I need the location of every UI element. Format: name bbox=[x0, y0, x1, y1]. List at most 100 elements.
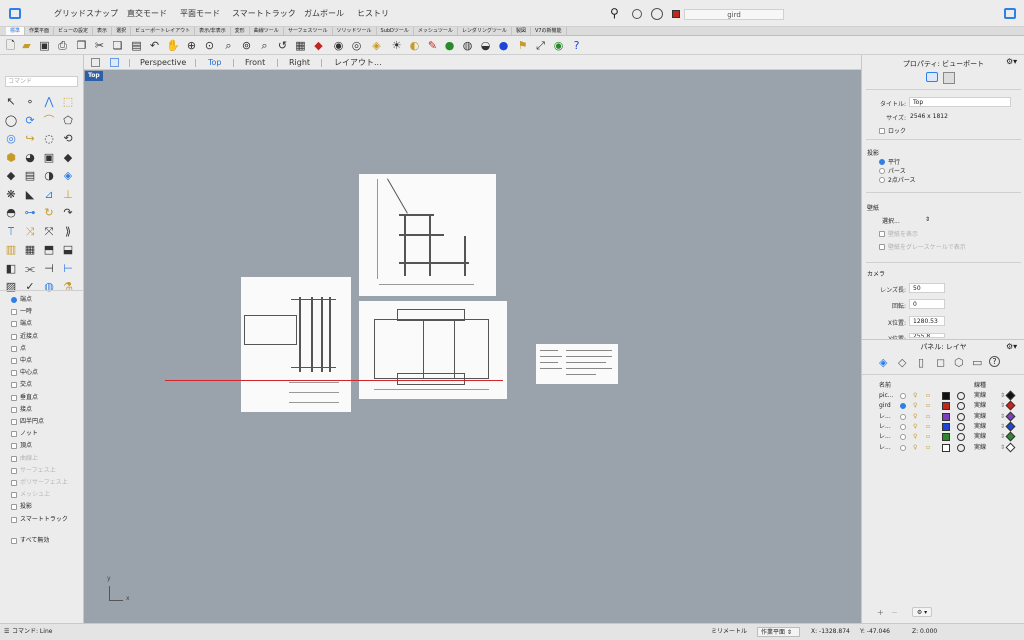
tab-layout[interactable]: レイアウト... bbox=[334, 57, 382, 68]
render-preview-icon[interactable]: ◒ bbox=[479, 39, 492, 52]
gear-icon[interactable]: ⚙▾ bbox=[1006, 342, 1017, 351]
tool-icon-4-1[interactable]: ▤ bbox=[23, 169, 37, 183]
lock-icon[interactable]: ▫ bbox=[926, 401, 930, 411]
wallpaper-gray-checkbox[interactable]: 壁紙をグレースケールで表示 bbox=[879, 242, 966, 251]
tool-icon-10-3[interactable]: ⚗ bbox=[61, 280, 75, 294]
snap-15[interactable]: ポリサーフェス上 bbox=[11, 479, 68, 487]
print-color-diamond[interactable] bbox=[1005, 390, 1016, 401]
tool-icon-5-1[interactable]: ◣ bbox=[23, 188, 37, 202]
tool-icon-10-1[interactable]: ✓ bbox=[23, 280, 37, 294]
current-layer-radio[interactable] bbox=[900, 393, 906, 399]
tab-perspective[interactable]: Perspective bbox=[140, 57, 186, 68]
snap-checkbox[interactable] bbox=[11, 309, 17, 316]
snap-3[interactable]: 近接点 bbox=[11, 333, 38, 341]
layer-linetype[interactable]: 実線 bbox=[974, 401, 986, 411]
viewport-grid-icon[interactable] bbox=[91, 58, 100, 67]
layer-color-swatch[interactable] bbox=[942, 433, 950, 442]
command-list-icon[interactable]: ☰ bbox=[4, 624, 9, 640]
smart-track-toggle[interactable]: スマートトラック bbox=[232, 8, 296, 19]
tool-icon-2-3[interactable]: ⟲ bbox=[61, 132, 75, 146]
ypos-field[interactable]: 255.8 bbox=[909, 333, 945, 338]
snap-checkbox[interactable] bbox=[11, 345, 17, 352]
viewport-label[interactable]: Top bbox=[85, 71, 103, 81]
tab-6[interactable]: 表示/非表示 bbox=[195, 27, 231, 35]
layer-linetype[interactable]: 実線 bbox=[974, 443, 986, 453]
tool-icon-6-1[interactable]: ⊶ bbox=[23, 206, 37, 220]
undo-view-icon[interactable]: ↺ bbox=[276, 39, 289, 52]
material-circle-icon[interactable] bbox=[957, 412, 965, 421]
lock-icon[interactable]: ▫ bbox=[926, 391, 930, 401]
chevron-updown-icon[interactable]: ⇕ bbox=[1000, 391, 1005, 401]
xpos-field[interactable]: 1280.53 bbox=[909, 316, 945, 326]
layer-name[interactable]: レ... bbox=[879, 422, 891, 432]
lock-icon[interactable]: ▫ bbox=[926, 412, 930, 422]
proj-parallel-radio[interactable]: 平行 bbox=[879, 157, 900, 166]
tab-10[interactable]: ソリッドツール bbox=[333, 27, 377, 35]
tool-icon-1-1[interactable]: ⟳ bbox=[23, 114, 37, 128]
copy-icon[interactable]: ❐ bbox=[75, 39, 88, 52]
lens-field[interactable]: 50 bbox=[909, 283, 945, 293]
lightbulb-icon[interactable]: ♀ bbox=[913, 401, 917, 411]
flag-icon[interactable]: ⚑ bbox=[516, 39, 529, 52]
snap-12[interactable]: 頂点 bbox=[11, 442, 32, 450]
disable-all-snaps[interactable]: すべて無効 bbox=[11, 537, 49, 545]
tool-icon-7-3[interactable]: ⟫ bbox=[61, 225, 75, 239]
back-arrow-icon[interactable] bbox=[632, 9, 642, 19]
print-color-diamond[interactable] bbox=[1005, 421, 1016, 432]
remove-layer-button[interactable]: − bbox=[891, 608, 898, 617]
lock-icon[interactable]: ▫ bbox=[926, 432, 930, 442]
tab-11[interactable]: SubDツール bbox=[377, 27, 414, 35]
snap-checkbox[interactable] bbox=[11, 431, 17, 438]
print-color-diamond[interactable] bbox=[1005, 411, 1016, 422]
snap-13[interactable]: 曲線上 bbox=[11, 455, 38, 463]
lock-checkbox[interactable]: ロック bbox=[879, 126, 906, 135]
layer-row[interactable]: レ... ♀ ▫ 実線 ⇕ bbox=[862, 431, 1024, 442]
print-color-diamond[interactable] bbox=[1005, 431, 1016, 442]
tool-icon-3-3[interactable]: ◆ bbox=[61, 151, 75, 165]
tab-7[interactable]: 変形 bbox=[231, 27, 250, 35]
open-file-icon[interactable]: ▰ bbox=[20, 39, 33, 52]
tool-icon-8-2[interactable]: ⬒ bbox=[42, 243, 56, 257]
tab-2[interactable]: ビューの設定 bbox=[54, 27, 94, 35]
ortho-toggle[interactable]: 直交モード bbox=[127, 8, 167, 19]
tool-icon-3-0[interactable]: ⬢ bbox=[4, 151, 18, 165]
chevron-updown-icon[interactable]: ⇕ bbox=[1000, 422, 1005, 432]
tab-12[interactable]: メッシュツール bbox=[414, 27, 458, 35]
snap-0[interactable]: 端点 bbox=[11, 296, 32, 304]
layer-color-swatch[interactable] bbox=[942, 443, 950, 452]
current-layer-radio[interactable] bbox=[900, 444, 906, 451]
tab-3[interactable]: 表示 bbox=[93, 27, 113, 35]
snap-8[interactable]: 垂直点 bbox=[11, 394, 38, 402]
snap-14[interactable]: サーフェス上 bbox=[11, 467, 56, 475]
tool-icon-10-2[interactable]: ◍ bbox=[42, 280, 56, 294]
light-icon[interactable]: ☀ bbox=[390, 39, 403, 52]
new-file-icon[interactable]: 🗋 bbox=[4, 39, 17, 52]
layer-name[interactable]: レ... bbox=[879, 412, 891, 422]
lock-icon[interactable]: ▫ bbox=[926, 422, 930, 432]
rotate-view-icon[interactable]: ⊕ bbox=[185, 39, 198, 52]
proj-perspective-radio[interactable]: パース bbox=[879, 166, 906, 175]
tab-front[interactable]: Front bbox=[245, 57, 265, 68]
layer-row[interactable]: gird ♀ ▫ 実線 ⇕ bbox=[862, 400, 1024, 411]
tool-icon-8-3[interactable]: ⬓ bbox=[61, 243, 75, 257]
tool-icon-7-2[interactable]: ⤧ bbox=[42, 225, 56, 239]
tool-icon-5-0[interactable]: ❋ bbox=[4, 188, 18, 202]
snap-checkbox[interactable] bbox=[11, 455, 17, 462]
select-icon[interactable]: ◈ bbox=[370, 39, 383, 52]
tab-right[interactable]: Right bbox=[289, 57, 310, 68]
current-layer-radio[interactable] bbox=[900, 423, 906, 430]
layer-options-button[interactable]: ⚙ ▾ bbox=[912, 607, 932, 617]
sphere-icon[interactable]: ◍ bbox=[461, 39, 474, 52]
snap-checkbox[interactable] bbox=[11, 333, 17, 340]
chevron-updown-icon[interactable]: ⇕ bbox=[1000, 412, 1005, 422]
tool-icon-9-1[interactable]: ⫘ bbox=[23, 262, 37, 276]
filter-icon[interactable]: ⚲ bbox=[610, 6, 619, 20]
chevron-updown-icon[interactable]: ⇕ bbox=[1000, 443, 1005, 453]
tool-icon-1-0[interactable]: ◯ bbox=[4, 114, 18, 128]
material-circle-icon[interactable] bbox=[957, 422, 965, 431]
snap-6[interactable]: 中心点 bbox=[11, 369, 38, 377]
chevron-updown-icon[interactable]: ⇕ bbox=[1000, 432, 1005, 442]
layer-color-swatch[interactable] bbox=[942, 402, 950, 411]
tab-4[interactable]: 選択 bbox=[112, 27, 132, 35]
tab-top[interactable]: Top bbox=[208, 57, 222, 68]
